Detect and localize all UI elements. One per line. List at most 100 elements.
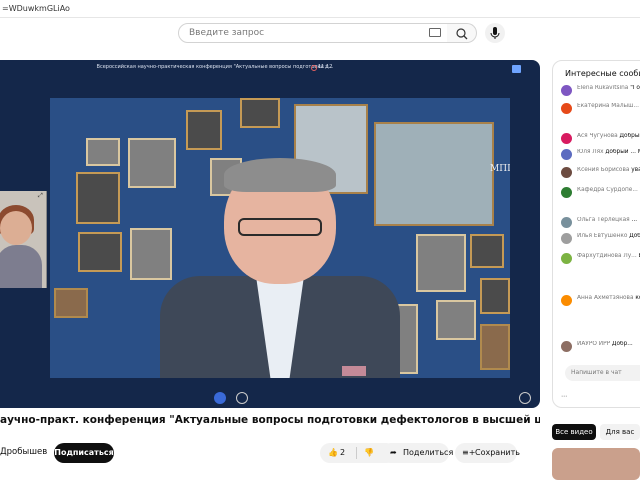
wall-portrait <box>186 110 222 150</box>
chat-body: уважаемые коллеги... <box>631 167 640 173</box>
speaker-hair <box>224 158 336 192</box>
voice-search-button[interactable] <box>485 23 505 43</box>
search-input[interactable]: Введите запрос <box>178 23 448 43</box>
share-icon: ➦ <box>390 448 397 457</box>
signal-icon <box>512 65 521 73</box>
chip-all-videos[interactable]: Все видео <box>552 424 596 440</box>
chip-for-you[interactable]: Для вас <box>600 424 640 440</box>
chat-body: Добр... друзья! <box>629 233 640 239</box>
share-label: Поделиться <box>403 448 454 457</box>
chat-author[interactable]: Ольга Терлецкая <box>577 217 630 223</box>
channel-name[interactable]: Дробышев <box>0 447 47 457</box>
more-icon[interactable]: ⋯ <box>561 393 567 400</box>
chat-message-text: ИАУРО ИРР Добр... <box>577 341 640 349</box>
live-chat-panel: Интересные сообщения Elena Rukavitsina "… <box>552 60 640 408</box>
chat-message-text: Юля Лях добрый ... МПСУ, МПГУ <box>577 149 640 157</box>
microphone-icon <box>490 27 500 39</box>
chat-avatar[interactable] <box>561 341 572 352</box>
chat-body: "Государственный ... <box>630 85 640 91</box>
related-video-thumbnail[interactable] <box>552 448 640 480</box>
divider <box>356 447 357 459</box>
wall-portrait <box>240 98 280 128</box>
wall-portrait <box>54 288 88 318</box>
pip-person-face <box>0 211 32 245</box>
picture-in-picture-video[interactable]: ⤢ <box>0 191 47 288</box>
chat-author[interactable]: Илья Евтушенко <box>577 233 627 239</box>
wall-portrait <box>416 234 466 292</box>
address-bar[interactable]: =WDuwkmGLiAo <box>0 0 640 18</box>
share-screen-icon[interactable] <box>236 392 248 404</box>
keyboard-icon[interactable] <box>429 28 441 37</box>
chat-avatar[interactable] <box>561 167 572 178</box>
chat-avatar[interactable] <box>561 133 572 144</box>
related-filters: Все видео Для вас <box>552 424 640 442</box>
pocket-square <box>342 366 366 376</box>
wall-portrait <box>436 300 476 340</box>
chat-avatar[interactable] <box>561 103 572 114</box>
chat-message-text: Екатерина Малыш... К. Д. Ушинского, д...… <box>577 103 640 111</box>
thumbs-up-icon[interactable]: 👍 <box>328 443 338 463</box>
mpgu-watermark: МПГУ <box>490 164 510 174</box>
like-count[interactable]: 2 <box>340 443 345 463</box>
chat-avatar[interactable] <box>561 85 572 96</box>
chat-input[interactable]: Напишите в чат <box>565 365 640 381</box>
wall-portrait <box>480 324 510 370</box>
chat-message-text: Elena Rukavitsina "Государственный ... <box>577 85 640 93</box>
chat-message-text: Фархутдинова Лу... Валеевна Башкир... пе… <box>577 253 640 261</box>
headphones-icon[interactable] <box>214 392 226 404</box>
chat-avatar[interactable] <box>561 149 572 160</box>
chat-message-text: Анна Ахметзянова коллеги. Кафедра... спе… <box>577 295 640 303</box>
chat-avatar[interactable] <box>561 233 572 244</box>
wall-portrait <box>480 278 510 314</box>
search-placeholder: Введите запрос <box>189 28 265 38</box>
recording-icon <box>311 65 317 71</box>
chat-author[interactable]: Ася Чугунова <box>577 133 618 139</box>
expand-icon[interactable]: ⤢ <box>38 193 44 199</box>
wall-portrait <box>86 138 120 166</box>
chat-author[interactable]: Екатерина Малыш... <box>577 103 639 109</box>
video-overlay-time: 11:12 <box>318 64 333 70</box>
chat-author[interactable]: Анна Ахметзянова <box>577 295 634 301</box>
chat-body: ... <box>631 217 638 223</box>
chat-message-text: Илья Евтушенко Добр... друзья! <box>577 233 640 241</box>
save-icon: ≡+ <box>462 448 476 457</box>
chat-message-text: Ася Чугунова Добрый... <box>577 133 640 141</box>
chat-author[interactable]: Elena Rukavitsina <box>577 85 628 91</box>
thumbs-down-icon[interactable]: 👎 <box>364 443 374 463</box>
chat-body: Добрый... <box>619 133 640 139</box>
save-button[interactable]: ≡+ Сохранить <box>455 443 520 463</box>
chat-message-text: Ксения Борисова уважаемые коллеги... <box>577 167 640 175</box>
video-player[interactable]: Всероссийская научно-практическая конфер… <box>0 60 540 408</box>
chat-message-text: Ольга Терлецкая ... <box>577 217 640 225</box>
masthead: Введите запрос <box>0 18 640 50</box>
pip-person-body <box>0 245 42 288</box>
chat-body: Добр... <box>611 341 633 347</box>
chat-author[interactable]: Кафедра Сурдопе... <box>577 187 638 193</box>
wall-portrait <box>76 172 120 224</box>
chat-author[interactable]: Юля Лях <box>577 149 604 155</box>
chat-author[interactable]: Фархутдинова Лу... <box>577 253 637 259</box>
chat-body: коллеги. Кафедра... специального обр... … <box>635 295 640 301</box>
chat-avatar[interactable] <box>561 187 572 198</box>
video-title: аучно-практ. конференция "Актуальные воп… <box>0 414 540 426</box>
fullscreen-icon[interactable] <box>519 392 531 404</box>
chat-author[interactable]: Ксения Борисова <box>577 167 629 173</box>
wall-portrait <box>78 232 122 272</box>
speaker-glasses <box>238 218 322 236</box>
video-overlay-title: Всероссийская научно-практическая конфер… <box>96 64 334 70</box>
video-frame: МПГУ <box>50 98 510 378</box>
chat-avatar[interactable] <box>561 295 572 306</box>
chat-header[interactable]: Интересные сообщения <box>565 69 640 78</box>
search-icon <box>456 28 468 40</box>
chat-avatar[interactable] <box>561 217 572 228</box>
chat-message-text: Кафедра Сурдопе... уважаемые колле... РГ… <box>577 187 640 195</box>
subscribe-button[interactable]: Подписаться <box>54 443 114 463</box>
search-button[interactable] <box>447 23 477 43</box>
chat-avatar[interactable] <box>561 253 572 264</box>
share-button[interactable]: ➦ Поделиться <box>381 443 453 463</box>
speaker <box>160 158 400 378</box>
chat-body: добрый ... МПСУ, МПГУ <box>605 149 640 155</box>
wall-portrait <box>470 234 504 268</box>
save-label: Сохранить <box>475 448 520 457</box>
chat-author[interactable]: ИАУРО ИРР <box>577 341 610 347</box>
